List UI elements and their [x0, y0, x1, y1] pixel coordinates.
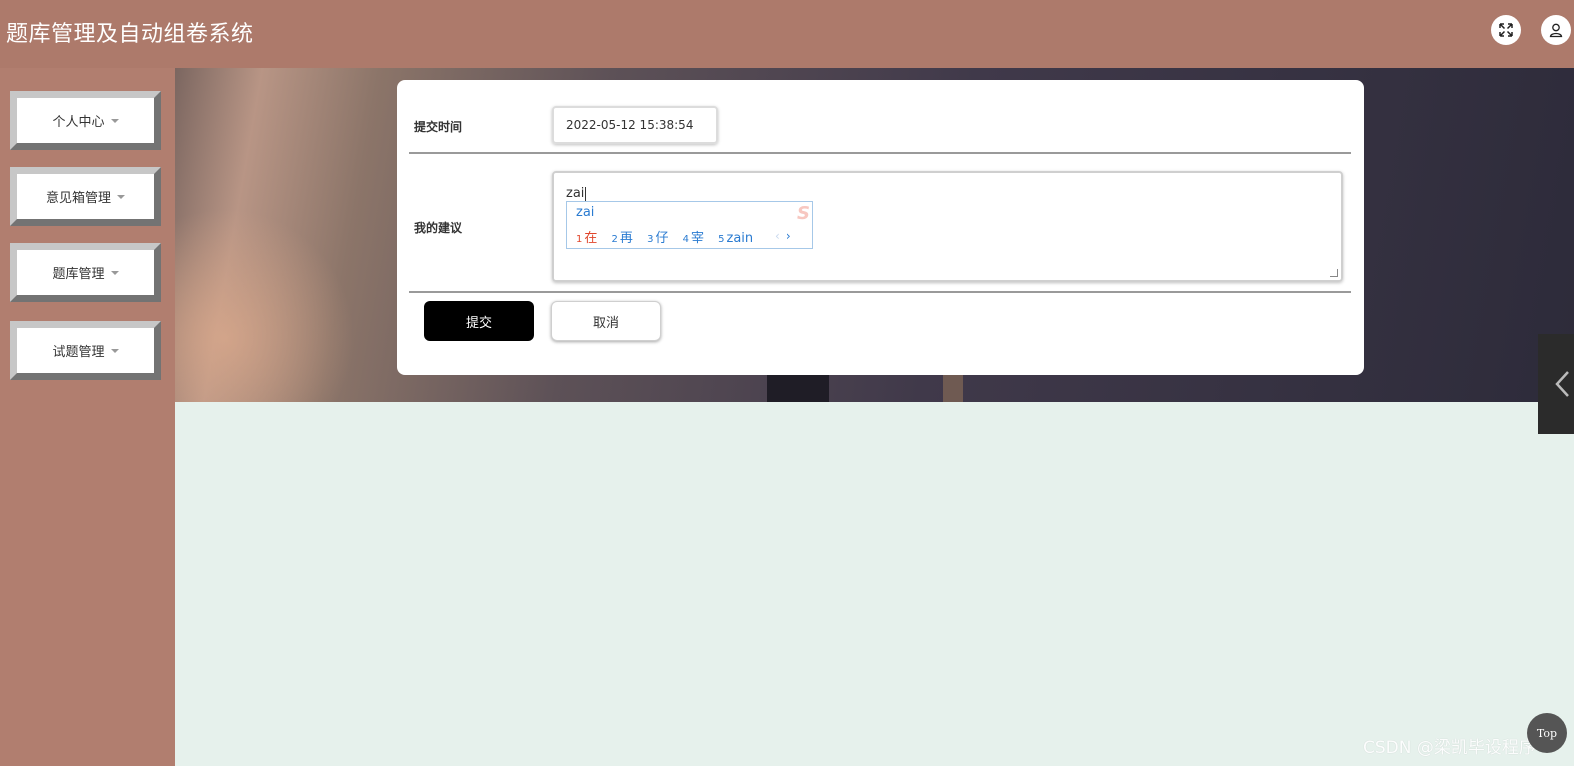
app-title: 题库管理及自动组卷系统 — [6, 22, 254, 47]
caret-down-icon — [110, 348, 119, 353]
sidebar-item-label: 题库管理 — [52, 267, 105, 282]
ime-page-arrows: ‹ › — [775, 229, 791, 243]
sidebar-item-label: 试题管理 — [52, 345, 105, 360]
expand-arrows-icon — [1499, 23, 1513, 37]
sidebar-item-personal-center[interactable]: 个人中心 — [10, 91, 161, 150]
suggestion-text: zai — [566, 186, 585, 201]
caret-down-icon — [117, 194, 125, 199]
sidebar-item-feedback-management[interactable]: 意见箱管理 — [10, 167, 161, 226]
chevron-left-icon — [1555, 371, 1569, 397]
ime-candidate[interactable]: 1在 — [576, 227, 597, 246]
ime-logo-icon: S — [797, 203, 810, 224]
ime-candidate[interactable]: 2再 — [612, 227, 633, 246]
sidebar-item-exam-questions[interactable]: 试题管理 — [10, 321, 161, 380]
sidebar-item-label: 意见箱管理 — [45, 191, 111, 206]
ime-prev-page-icon[interactable]: ‹ — [775, 229, 780, 243]
divider — [409, 152, 1351, 154]
back-to-top-button[interactable]: Top — [1527, 713, 1567, 753]
sidebar: 个人中心 意见箱管理 题库管理 试题管理 — [0, 68, 175, 766]
suggestion-label: 我的建议 — [414, 221, 463, 235]
ime-candidate[interactable]: 5 zain — [718, 231, 753, 246]
user-icon — [1549, 23, 1563, 38]
ime-candidate[interactable]: 4宰 — [683, 227, 704, 246]
sidebar-item-question-bank[interactable]: 题库管理 — [10, 243, 161, 302]
caret-down-icon — [110, 118, 119, 123]
caret-down-icon — [110, 270, 119, 275]
submit-button[interactable]: 提交 — [424, 301, 534, 341]
watermark: CSDN @梁凯毕设程序 — [1363, 738, 1536, 758]
cancel-button[interactable]: 取消 — [551, 301, 661, 341]
sidebar-item-label: 个人中心 — [52, 115, 105, 130]
banner-decoration — [767, 374, 829, 402]
ime-candidate[interactable]: 3仔 — [647, 227, 668, 246]
feedback-form: 提交时间 2022-05-12 15:38:54 我的建议 zai 提交 取消 — [397, 80, 1364, 375]
user-button[interactable] — [1541, 15, 1571, 45]
ime-next-page-icon[interactable]: › — [786, 229, 791, 243]
ime-candidate-window: zai S 1在 2再 3仔 4宰 5 zain ‹ › — [566, 201, 813, 249]
banner-glow — [175, 208, 355, 402]
fullscreen-button[interactable] — [1491, 15, 1521, 45]
divider — [409, 291, 1351, 293]
resize-handle-icon[interactable] — [1330, 269, 1338, 277]
submit-time-field[interactable]: 2022-05-12 15:38:54 — [552, 106, 718, 144]
submit-time-label: 提交时间 — [414, 120, 463, 134]
banner-decoration — [943, 374, 963, 402]
text-cursor — [585, 186, 587, 201]
ime-composition: zai — [576, 205, 595, 220]
top-bar: 题库管理及自动组卷系统 — [0, 0, 1574, 68]
side-drawer-tab[interactable] — [1538, 334, 1574, 434]
ime-candidates: 1在 2再 3仔 4宰 5 zain — [576, 227, 763, 246]
